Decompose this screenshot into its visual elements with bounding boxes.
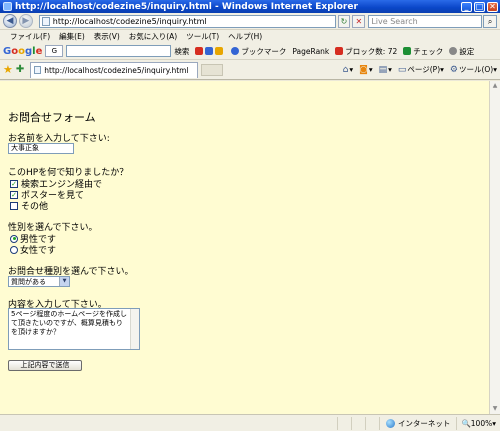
menu-edit[interactable]: 編集(E) [59, 31, 85, 42]
add-favorite-icon[interactable]: ✚ [16, 64, 24, 75]
radio-selected[interactable] [10, 234, 18, 243]
print-button[interactable]: ▤ ▾ [379, 65, 392, 75]
menu-file[interactable]: ファイル(F) [10, 31, 50, 42]
google-toolbar: Google G 検索 ブックマーク PageRank ブロック数: 72 チェ… [0, 43, 500, 60]
menu-favorites[interactable]: お気に入り(A) [129, 31, 177, 42]
page-menu-icon: ▭ [397, 64, 407, 75]
title-bar: http://localhost/codezine5/inquiry.html … [0, 0, 500, 13]
chevron-down-icon[interactable]: ▼ [59, 277, 69, 286]
home-button[interactable]: ⌂ ▾ [343, 65, 353, 75]
form-title: お問合せフォーム [8, 111, 96, 124]
home-icon: ⌂ [342, 64, 349, 75]
back-button[interactable]: ◀ [3, 14, 17, 28]
content-textarea[interactable]: 5ページ程度のホームページを作成して頂きたいのですが、概算見積もりを頂けますか？ [8, 308, 140, 350]
submit-button[interactable]: 上記内容で送信 [8, 360, 82, 371]
star-icon [231, 47, 240, 55]
popup-blocker[interactable]: ブロック数: 72 [335, 46, 397, 57]
window-title: http://localhost/codezine5/inquiry.html … [15, 1, 358, 12]
new-tab-button[interactable] [201, 63, 224, 76]
spellcheck-icon [403, 47, 412, 55]
google-engine-dropdown[interactable]: G [45, 45, 64, 57]
block-icon [335, 47, 344, 55]
zoom-icon: 🔍 [461, 418, 471, 428]
favorites-star-icon[interactable]: ★ [3, 63, 13, 76]
source-option-other[interactable]: その他 [10, 199, 48, 212]
globe-icon [385, 418, 395, 428]
tab-title: http://localhost/codezine5/inquiry.html [44, 65, 189, 75]
gear-icon [449, 47, 458, 55]
google-tools-icons[interactable] [195, 47, 225, 55]
inquiry-type-select[interactable]: 質問がある ▼ [8, 276, 70, 287]
checkbox-unchecked[interactable] [10, 201, 18, 210]
checkbox-checked[interactable]: ✓ [10, 179, 18, 188]
bookmark-icon [205, 47, 214, 55]
address-url: http://localhost/codezine5/inquiry.html [52, 16, 207, 26]
status-bar: インターネット 🔍 100% ▾ [0, 414, 500, 431]
stop-button[interactable]: ✕ [352, 14, 366, 28]
checkbox-checked[interactable]: ✓ [10, 190, 18, 199]
check-button[interactable]: チェック [403, 46, 443, 57]
status-segment [336, 416, 351, 430]
address-row: ◀ ▶ http://localhost/codezine5/inquiry.h… [0, 13, 500, 30]
page-menu-button[interactable]: ▭ ページ(P) ▾ [398, 64, 444, 75]
tab-inquiry[interactable]: http://localhost/codezine5/inquiry.html [30, 61, 199, 78]
feeds-button[interactable]: ◙ ▾ [359, 65, 373, 75]
scroll-up-icon[interactable]: ▲ [490, 81, 500, 91]
bookmarks-button[interactable]: ブックマーク [231, 46, 286, 57]
gear-icon: ⚙ [449, 64, 458, 75]
zoom-level[interactable]: 🔍 100% ▾ [456, 416, 500, 430]
textarea-scrollbar[interactable] [130, 309, 139, 349]
page-content: お問合せフォーム お名前を入力して下さい: 大事正象 このHPを何で知りましたか… [0, 81, 489, 414]
menu-help[interactable]: ヘルプ(H) [228, 31, 262, 42]
rss-icon: ◙ [359, 64, 368, 75]
minimize-button[interactable]: _ [461, 1, 472, 12]
status-segment [364, 416, 379, 430]
pagerank-indicator[interactable]: PageRank [292, 47, 329, 56]
radio-unselected[interactable] [10, 245, 18, 254]
inquiry-type-value: 質問がある [11, 277, 46, 286]
page-icon [34, 66, 42, 74]
forward-button[interactable]: ▶ [18, 14, 33, 28]
refresh-button[interactable]: ↻ [337, 14, 351, 28]
gender-option-female[interactable]: 女性です [10, 243, 56, 256]
tab-row: ★ ✚ http://localhost/codezine5/inquiry.h… [0, 60, 500, 80]
page-icon [41, 16, 50, 26]
status-segment [350, 416, 365, 430]
printer-icon: ▤ [378, 64, 388, 75]
maximize-button[interactable]: □ [474, 1, 485, 12]
tools-menu-button[interactable]: ⚙ ツール(O) ▾ [450, 64, 497, 75]
google-logo: Google [3, 45, 43, 57]
security-zone[interactable]: インターネット [378, 416, 457, 430]
google-search-button[interactable]: 検索 [174, 46, 189, 57]
ie-icon [3, 2, 12, 11]
command-bar: ⌂ ▾ ◙ ▾ ▤ ▾ ▭ ページ(P) ▾ ⚙ ツール(O) ▾ [343, 64, 500, 75]
scroll-down-icon[interactable]: ▼ [490, 404, 500, 414]
search-icon[interactable]: ⌕ [483, 14, 497, 28]
menu-bar: ファイル(F) 編集(E) 表示(V) お気に入り(A) ツール(T) ヘルプ(… [0, 30, 500, 43]
live-search-input[interactable]: Live Search [368, 14, 483, 28]
google-search-input[interactable] [66, 45, 172, 57]
calendar-icon [215, 47, 224, 55]
content-text: 5ページ程度のホームページを作成して頂きたいのですが、概算見積もりを頂けますか？ [11, 310, 127, 336]
gmail-icon [195, 47, 204, 55]
menu-tools[interactable]: ツール(T) [186, 31, 219, 42]
address-bar[interactable]: http://localhost/codezine5/inquiry.html [38, 14, 336, 28]
settings-button[interactable]: 設定 [449, 46, 474, 57]
menu-view[interactable]: 表示(V) [94, 31, 120, 42]
page-scrollbar[interactable]: ▲ ▼ [489, 81, 500, 414]
name-input[interactable]: 大事正象 [8, 143, 74, 154]
close-button[interactable]: ✕ [487, 1, 498, 12]
